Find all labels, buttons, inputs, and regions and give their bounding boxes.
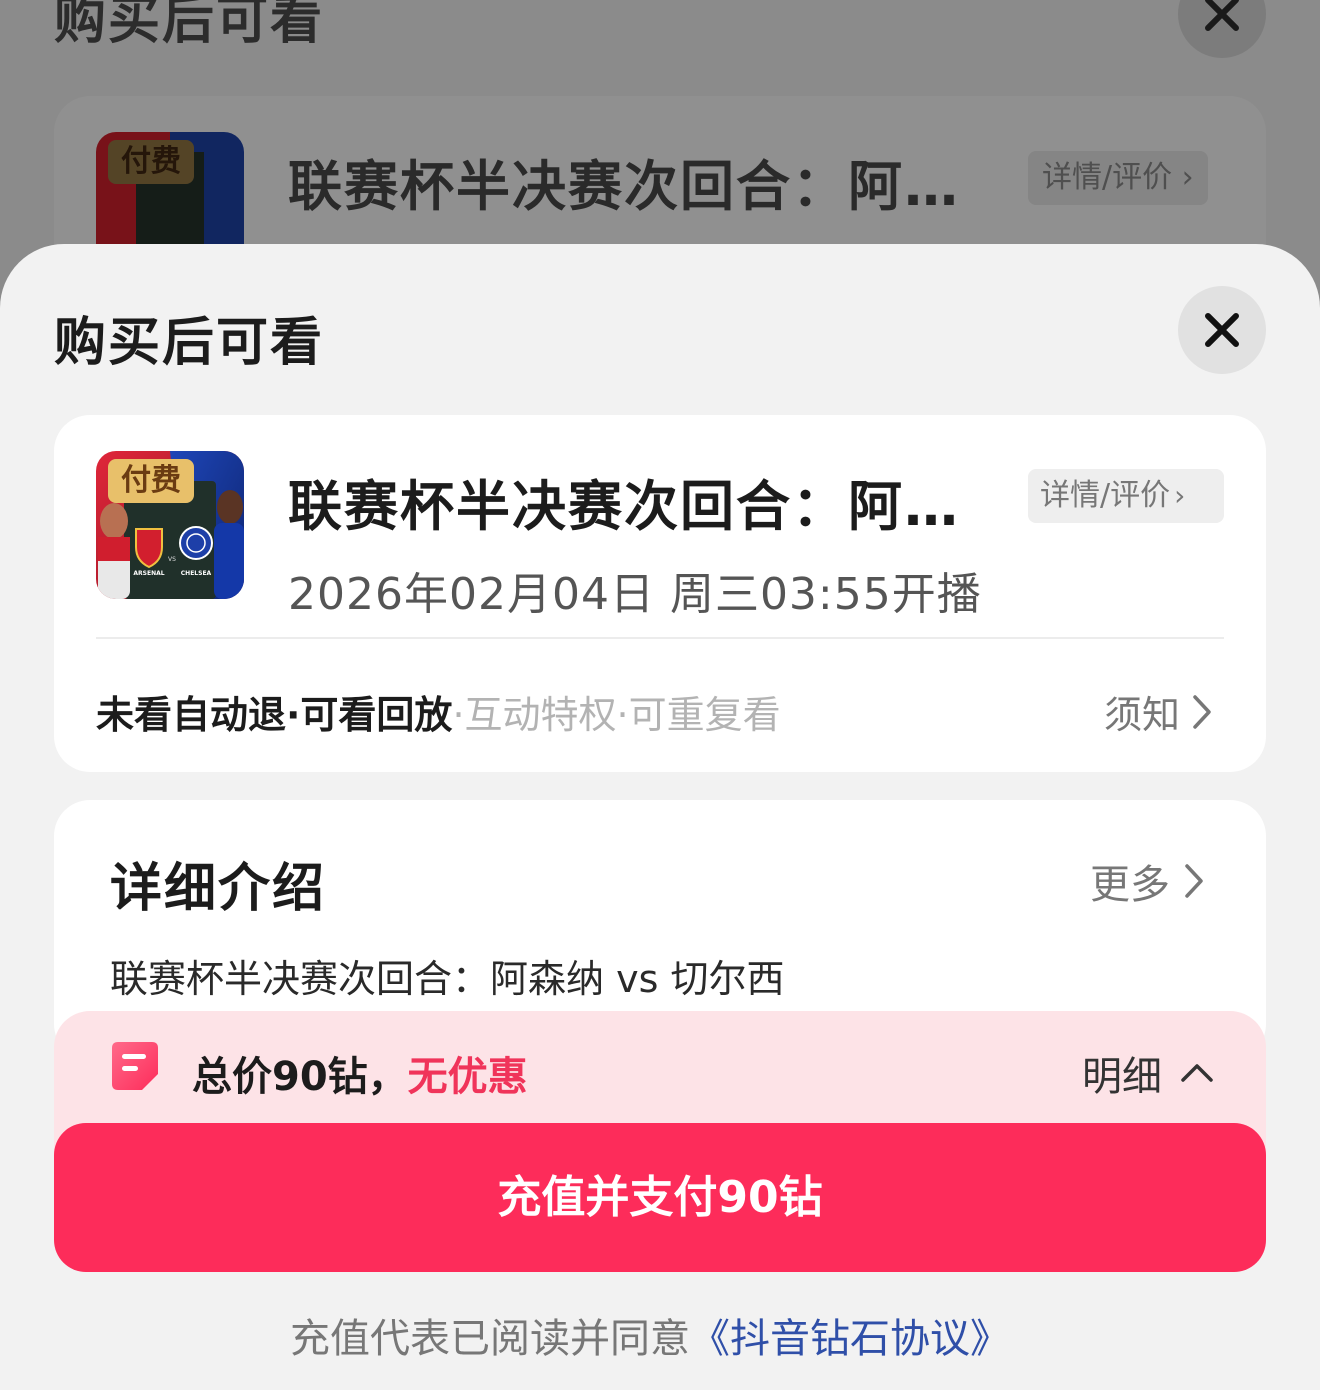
close-icon bbox=[1205, 0, 1239, 31]
product-thumbnail[interactable]: ARSENAL VS CHELSEA 付费 bbox=[96, 451, 244, 599]
chevron-right-icon bbox=[1185, 864, 1203, 898]
thumb-away-label: CHELSEA bbox=[181, 570, 212, 577]
feature-strong-text: 未看自动退·可看回放 bbox=[96, 693, 453, 737]
intro-title: 详细介绍 bbox=[110, 859, 327, 919]
background-close-button bbox=[1178, 0, 1266, 58]
notice-label: 须知 bbox=[1104, 693, 1181, 737]
price-breakdown-toggle[interactable]: 明细 bbox=[1082, 1044, 1214, 1102]
discount-label: 无优惠 bbox=[407, 1054, 528, 1100]
background-paid-badge: 付费 bbox=[108, 140, 194, 184]
thumb-vs-label: VS bbox=[168, 556, 176, 563]
chevron-right-icon: › bbox=[1174, 479, 1186, 512]
feature-weak-text: ·互动特权·可重复看 bbox=[452, 693, 781, 737]
close-button[interactable] bbox=[1178, 286, 1266, 374]
broadcast-time: 2026年02月04日 周三03:55开播 bbox=[288, 569, 982, 620]
more-link[interactable]: 更多 bbox=[1090, 852, 1204, 910]
chevron-right-icon: › bbox=[1181, 160, 1194, 195]
diamond-agreement-link[interactable]: 《抖音钻石协议》 bbox=[690, 1316, 1010, 1362]
more-label: 更多 bbox=[1090, 862, 1170, 908]
background-detail-label: 详情/评价 bbox=[1042, 160, 1173, 195]
background-product-title: 联赛杯半决赛次回合：阿… bbox=[288, 155, 960, 218]
agreement-notice: 充值代表已阅读并同意《抖音钻石协议》 bbox=[0, 1306, 1320, 1364]
paid-badge: 付费 bbox=[108, 459, 194, 503]
product-title: 联赛杯半决赛次回合：阿… bbox=[288, 475, 960, 538]
breakdown-label: 明细 bbox=[1082, 1054, 1162, 1100]
feature-list: 未看自动退·可看回放·互动特权·可重复看 bbox=[96, 684, 781, 739]
detail-review-label: 详情/评价 bbox=[1040, 478, 1171, 513]
thumb-home-label: ARSENAL bbox=[133, 570, 164, 577]
chevron-up-icon bbox=[1181, 1064, 1213, 1082]
sheet-title: 购买后可看 bbox=[54, 313, 325, 373]
receipt-icon bbox=[112, 1042, 158, 1090]
agreement-prefix: 充值代表已阅读并同意 bbox=[290, 1316, 690, 1362]
total-price-label: 总价90钻， bbox=[192, 1054, 408, 1100]
chevron-right-icon bbox=[1193, 694, 1211, 729]
recharge-pay-button[interactable]: 充值并支付90钻 bbox=[54, 1123, 1266, 1272]
intro-text: 联赛杯半决赛次回合：阿森纳 vs 切尔西 bbox=[110, 957, 785, 1001]
detail-review-button[interactable]: 详情/评价 › bbox=[1028, 469, 1224, 523]
divider bbox=[96, 637, 1224, 639]
close-icon bbox=[1205, 313, 1239, 347]
notice-link[interactable]: 须知 bbox=[1104, 684, 1212, 739]
background-detail-button: 详情/评价 › bbox=[1028, 151, 1208, 205]
background-sheet-title: 购买后可看 bbox=[54, 0, 325, 51]
total-price: 总价90钻，无优惠 bbox=[192, 1044, 528, 1102]
